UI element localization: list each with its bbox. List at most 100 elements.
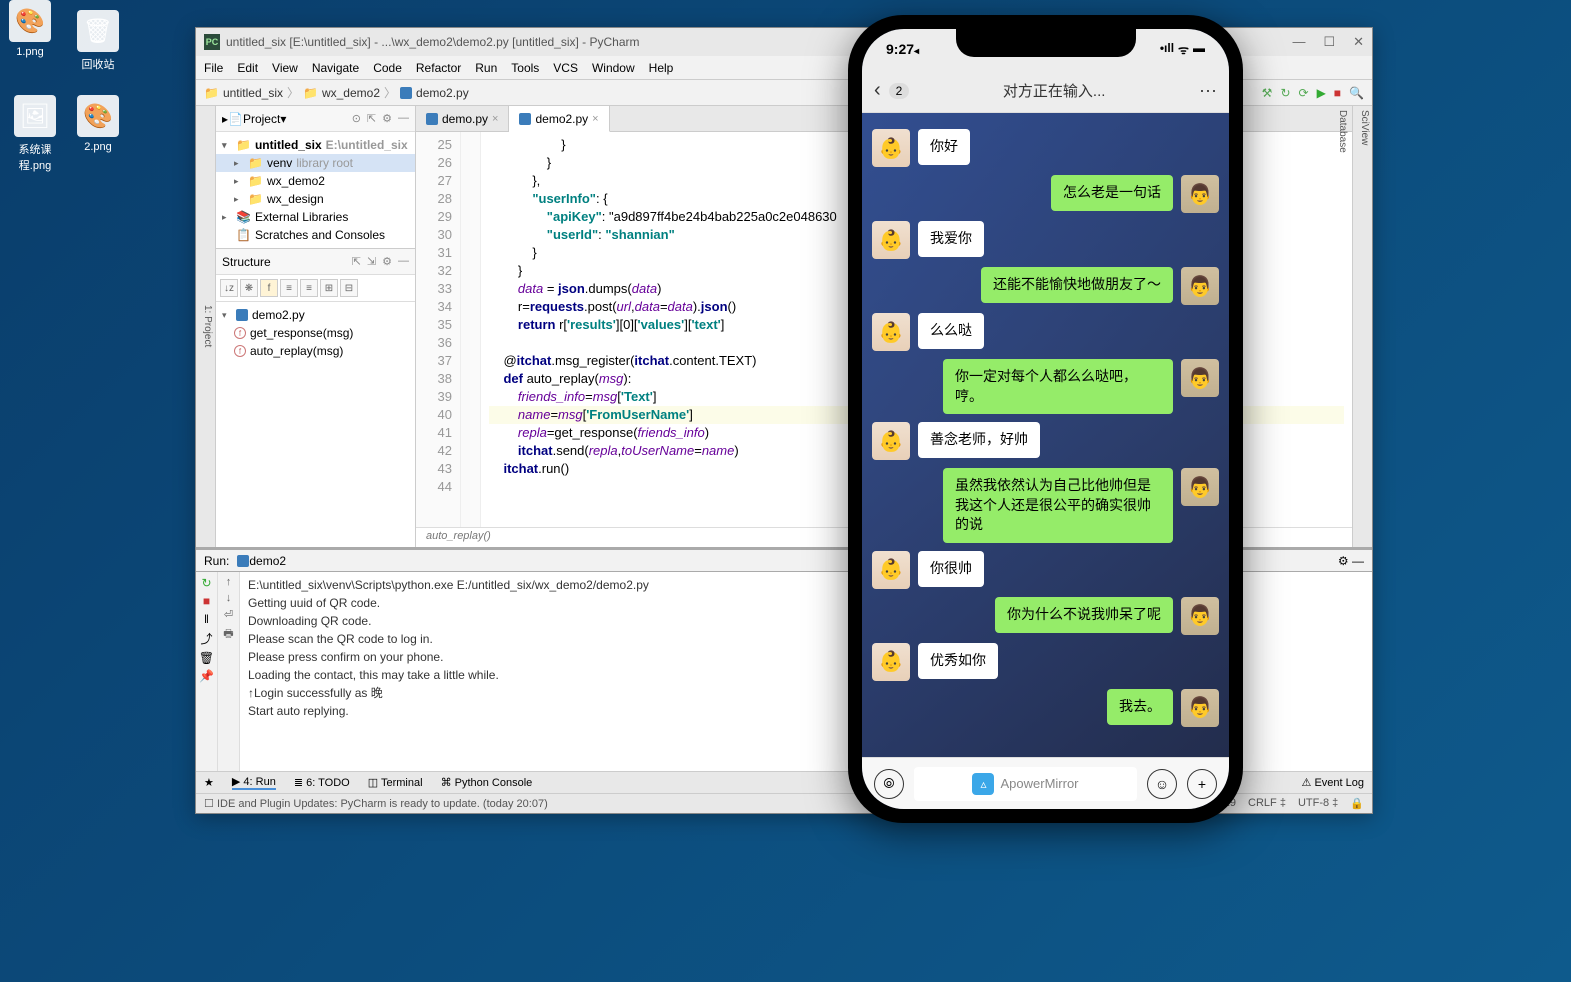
voice-icon[interactable]: ⦾ [874,769,904,799]
bottom-tab-python-console[interactable]: ⌘ Python Console [441,776,533,789]
pause-icon[interactable]: ‖ [204,612,209,626]
database-tab[interactable]: Database [1337,110,1348,153]
tree-item-folder[interactable]: ▸ 📁 wx_design [216,190,415,208]
down-icon[interactable]: ↓ [226,592,232,604]
menu-refactor[interactable]: Refactor [416,61,461,75]
avatar[interactable]: 👶 [872,643,910,681]
wrap-icon[interactable]: ⏎ [224,608,233,621]
hide-icon[interactable]: — [398,255,409,268]
chat-body[interactable]: 👶你好👨怎么老是一句话👶我爱你👨还能不能愉快地做朋友了～👶么么哒👨你一定对每个人… [862,113,1229,757]
filter-icon[interactable]: f [260,279,278,297]
menu-edit[interactable]: Edit [237,61,258,75]
tree-item-external[interactable]: ▸ 📚 External Libraries [216,208,415,226]
filter-icon[interactable]: ⊟ [340,279,358,297]
avatar[interactable]: 👨 [1181,267,1219,305]
chat-message[interactable]: 👨虽然我依然认为自己比他帅但是我这个人还是很公平的确实很帅的说 [872,468,1219,543]
sort-icon[interactable]: ↓z [220,279,238,297]
tree-item-folder[interactable]: ▸ 📁 wx_demo2 [216,172,415,190]
menu-help[interactable]: Help [649,61,674,75]
menu-file[interactable]: File [204,61,223,75]
breadcrumb-root[interactable]: untitled_six [223,86,283,100]
menu-vcs[interactable]: VCS [553,61,578,75]
bottom-tab-terminal[interactable]: ◫ Terminal [368,776,423,789]
menu-window[interactable]: Window [592,61,635,75]
chat-message[interactable]: 👶么么哒 [872,313,1219,351]
lock-icon[interactable]: 🔒 [1350,797,1364,810]
event-log-button[interactable]: ⚠ Event Log [1302,776,1364,789]
plus-icon[interactable]: + [1187,769,1217,799]
avatar[interactable]: 👨 [1181,468,1219,506]
desktop-icon-file[interactable]: 🖼 系统课程.png [5,95,65,173]
close-button[interactable]: ✕ [1353,34,1364,50]
run-icon[interactable]: ▶ [1317,86,1326,100]
avatar[interactable]: 👶 [872,551,910,589]
collapse-icon[interactable]: ⇱ [367,112,376,125]
target-icon[interactable]: ⊙ [352,112,361,125]
menu-run[interactable]: Run [475,61,497,75]
structure-file[interactable]: ▾ demo2.py [216,306,415,324]
avatar[interactable]: 👨 [1181,597,1219,635]
dropdown-icon[interactable]: ▾ [280,112,286,126]
structure-function[interactable]: f auto_replay(msg) [216,342,415,360]
pin-icon[interactable]: 📌 [199,669,214,683]
search-icon[interactable]: 🔍 [1349,86,1364,100]
structure-function[interactable]: f get_response(msg) [216,324,415,342]
sciview-tab[interactable]: SciView [1359,110,1370,145]
tree-root[interactable]: ▾ 📁 untitled_six E:\untitled_six [216,136,415,154]
desktop-icon-file[interactable]: 🎨 1.png [0,0,60,58]
back-icon[interactable]: ‹ [874,79,881,102]
chat-input[interactable]: ▵ ApowerMirror [914,767,1137,801]
close-icon[interactable]: × [592,113,598,125]
chat-message[interactable]: 👶你很帅 [872,551,1219,589]
avatar[interactable]: 👶 [872,422,910,460]
breadcrumb-folder[interactable]: wx_demo2 [322,86,380,100]
chat-message[interactable]: 👶优秀如你 [872,643,1219,681]
menu-view[interactable]: View [272,61,298,75]
collapse-icon[interactable]: ⇱ [352,255,361,268]
minimize-button[interactable]: — [1292,34,1305,50]
avatar[interactable]: 👨 [1181,359,1219,397]
hide-icon[interactable]: — [398,112,409,125]
avatar[interactable]: 👨 [1181,175,1219,213]
star-icon[interactable]: ★ [204,776,214,789]
filter-icon[interactable]: ❋ [240,279,258,297]
line-separator[interactable]: CRLF ‡ [1248,797,1286,810]
chat-message[interactable]: 👶你好 [872,129,1219,167]
menu-code[interactable]: Code [373,61,402,75]
bottom-tab-todo[interactable]: ≣ 6: TODO [294,776,350,789]
trash-icon[interactable]: 🗑 [199,651,214,665]
tab-demo[interactable]: demo.py × [416,106,509,131]
more-icon[interactable]: ··· [1199,80,1217,101]
desktop-icon-recycle-bin[interactable]: 🗑 回收站 [68,10,128,72]
rerun-icon[interactable]: ↻ [201,576,211,590]
fold-gutter[interactable] [461,132,481,527]
print-icon[interactable]: 🖶 [223,625,233,644]
tree-item-scratches[interactable]: 📋 Scratches and Consoles [216,226,415,244]
chat-message[interactable]: 👶我爱你 [872,221,1219,259]
filter-icon[interactable]: ≡ [280,279,298,297]
encoding[interactable]: UTF-8 ‡ [1298,797,1338,810]
build-icon[interactable]: ⚒ [1262,86,1273,100]
chat-message[interactable]: 👨我去。 [872,689,1219,727]
chat-message[interactable]: 👨你一定对每个人都么么哒吧，哼。 [872,359,1219,414]
filter-icon[interactable]: ≡ [300,279,318,297]
chat-message[interactable]: 👨还能不能愉快地做朋友了～ [872,267,1219,305]
filter-icon[interactable]: ⊞ [320,279,338,297]
tree-item-venv[interactable]: ▸ 📁 venv library root [216,154,415,172]
chat-message[interactable]: 👨你为什么不说我帅呆了呢 [872,597,1219,635]
maximize-button[interactable]: ☐ [1323,34,1335,50]
right-tool-strip[interactable]: SciView Database [1352,106,1372,547]
up-icon[interactable]: ↑ [226,576,232,588]
avatar[interactable]: 👶 [872,221,910,259]
emoji-icon[interactable]: ☺ [1147,769,1177,799]
gear-icon[interactable]: ⚙ — [1338,554,1364,568]
sync-icon[interactable]: ↻ [1280,86,1290,100]
close-icon[interactable]: × [492,113,498,125]
tab-demo2[interactable]: demo2.py × [509,106,609,132]
exit-icon[interactable]: ⤴ [200,630,212,647]
stop-icon[interactable]: ■ [1334,86,1341,100]
project-tab[interactable]: 1: Project [202,305,213,347]
stop-icon[interactable]: ■ [203,594,210,608]
chat-message[interactable]: 👶善念老师，好帅 [872,422,1219,460]
gear-icon[interactable]: ⚙ [382,112,392,125]
